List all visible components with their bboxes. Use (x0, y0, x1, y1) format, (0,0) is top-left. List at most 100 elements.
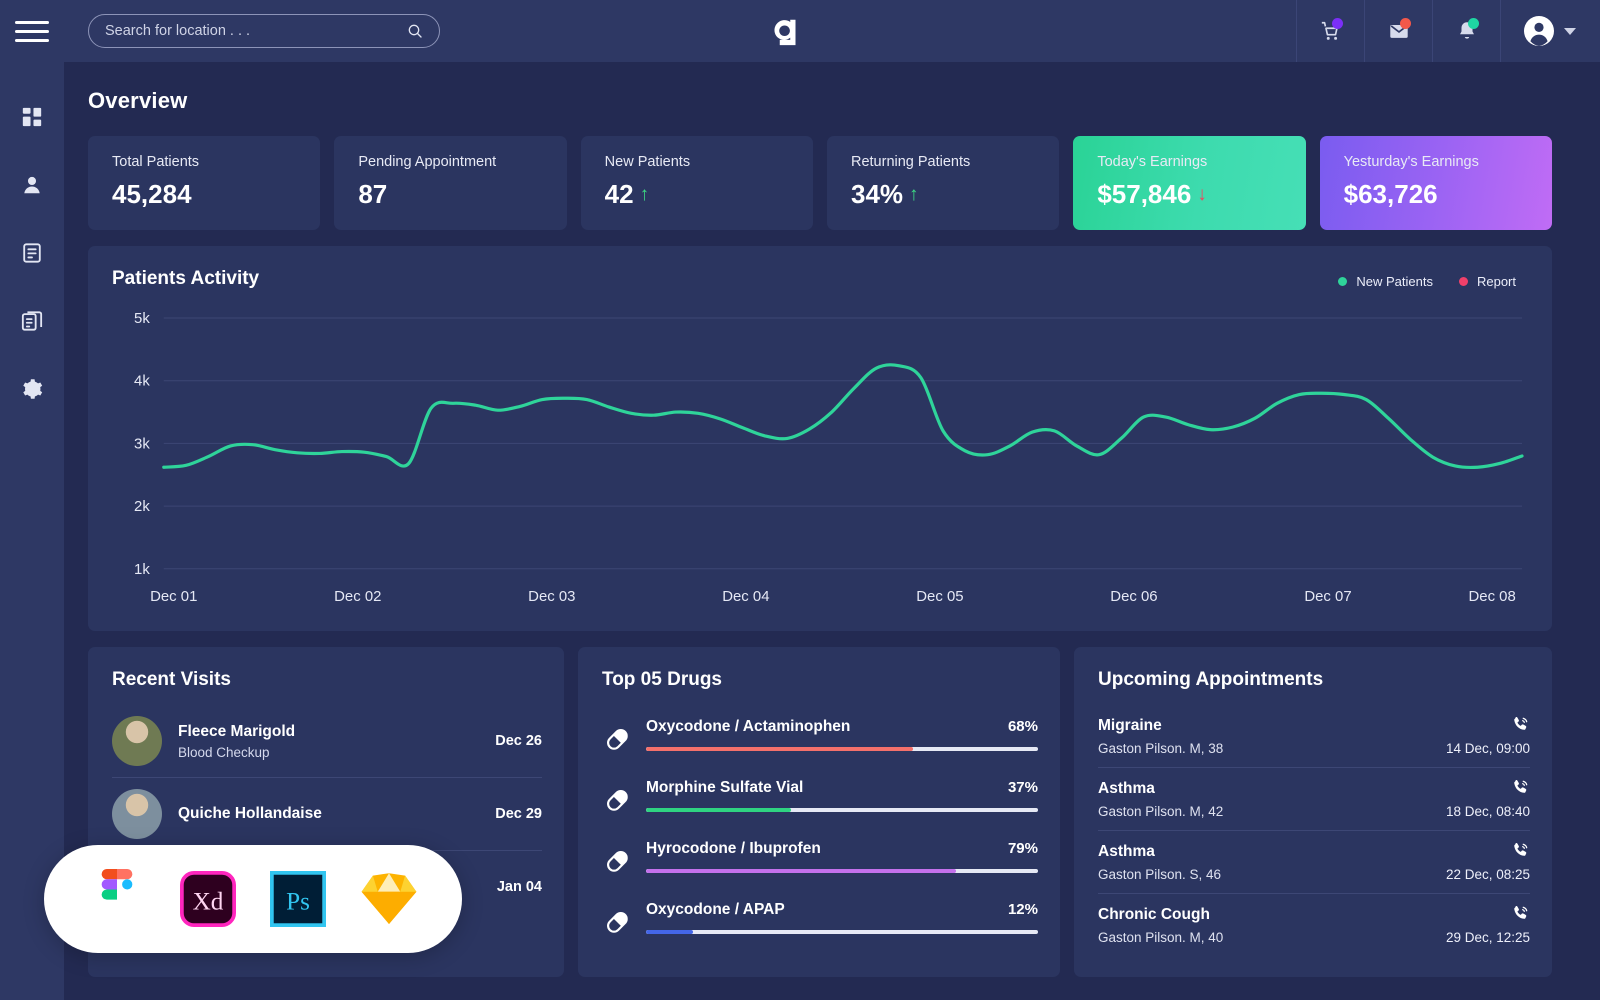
patient-avatar (112, 716, 162, 766)
stat-card[interactable]: Yesturday's Earnings$63,726 (1320, 136, 1552, 230)
stat-card-label: New Patients (605, 154, 793, 170)
stat-card-number: 87 (358, 179, 387, 210)
trend-down-icon: ↓ (1197, 185, 1207, 204)
appointment-row[interactable]: MigraineGaston Pilson. M, 3814 Dec, 09:0… (1098, 705, 1530, 768)
drug-row[interactable]: Oxycodone / APAP12% (602, 888, 1038, 949)
search-box[interactable] (88, 14, 440, 48)
visit-patient-name: Quiche Hollandaise (178, 805, 495, 823)
stat-card-label: Today's Earnings (1097, 154, 1285, 170)
sidebar-item-patients[interactable] (19, 172, 45, 198)
drug-header: Oxycodone / APAP12% (646, 901, 1038, 919)
top-header (0, 0, 1600, 62)
appointment-row[interactable]: Asthma Gaston Pilson. S, 46 22 Dec, 08:25 (1098, 831, 1530, 894)
sketch-logo[interactable] (358, 868, 420, 930)
stat-card[interactable]: New Patients 42↑ (581, 136, 813, 230)
drug-body: Morphine Sulfate Vial 37% (646, 779, 1038, 812)
appointment-patient: Gaston Pilson. M, 40 (1098, 930, 1223, 945)
drug-row[interactable]: Hyrocodone / Ibuprofen79% (602, 827, 1038, 888)
cart-badge (1332, 18, 1343, 29)
appointment-row[interactable]: Chronic Cough Gaston Pilson. M, 40 29 Dec,… (1098, 894, 1530, 956)
chart-plot-area: 1k2k3k4k5kDec 01Dec 02Dec 03Dec 04Dec 05… (112, 308, 1526, 631)
phone-icon[interactable] (1511, 904, 1530, 923)
drug-row[interactable]: Morphine Sulfate Vial 37% (602, 766, 1038, 827)
drug-percent: 37% (1008, 779, 1038, 796)
stat-card[interactable]: Total Patients45,284 (88, 136, 320, 230)
drug-body: Hyrocodone / Ibuprofen79% (646, 840, 1038, 873)
brand-logo (757, 9, 813, 55)
appointment-row[interactable]: AsthmaGaston Pilson. M, 4218 Dec, 08:40 (1098, 768, 1530, 831)
chart-legend: New Patients Report (1338, 268, 1526, 289)
drug-header: Morphine Sulfate Vial 37% (646, 779, 1038, 797)
mail-button[interactable] (1364, 0, 1432, 62)
visit-row[interactable]: Fleece MarigoldBlood CheckupDec 26 (112, 705, 542, 778)
stat-card[interactable]: Pending Appointment 87 (334, 136, 566, 230)
phone-icon[interactable] (1511, 841, 1530, 860)
hamburger-menu-icon[interactable] (0, 0, 64, 62)
legend-item[interactable]: Report (1459, 274, 1516, 289)
appointment-condition: Chronic Cough (1098, 906, 1530, 924)
visit-info: Fleece MarigoldBlood Checkup (178, 723, 495, 760)
stat-card[interactable]: Returning Patients34%↑ (827, 136, 1059, 230)
search-icon (407, 23, 423, 39)
drug-name: Oxycodone / APAP (646, 901, 785, 919)
drug-progress-track (646, 930, 1038, 934)
sidebar-item-settings[interactable] (19, 376, 45, 402)
cart-button[interactable] (1296, 0, 1364, 62)
stat-card[interactable]: Today's Earnings$57,846↓ (1073, 136, 1305, 230)
drug-header: Oxycodone / Actaminophen68% (646, 718, 1038, 736)
drug-progress-track (646, 747, 1038, 751)
sidebar-item-reports[interactable] (19, 308, 45, 334)
visit-row[interactable]: Quiche HollandaiseDec 29 (112, 778, 542, 851)
drug-name: Morphine Sulfate Vial (646, 779, 803, 797)
header-actions (1296, 0, 1600, 62)
stat-card-value: 45,284 (112, 179, 300, 210)
appointment-meta: Gaston Pilson. M, 40 29 Dec, 12:25 (1098, 930, 1530, 945)
appointment-time: 22 Dec, 08:25 (1446, 867, 1530, 882)
chart-header: Patients Activity New Patients Report (112, 268, 1526, 290)
appointment-patient: Gaston Pilson. S, 46 (1098, 867, 1221, 882)
drug-progress-fill (646, 869, 956, 873)
notifications-button[interactable] (1432, 0, 1500, 62)
sidebar-item-records[interactable] (19, 240, 45, 266)
drug-row[interactable]: Oxycodone / Actaminophen68% (602, 705, 1038, 766)
drug-name: Hyrocodone / Ibuprofen (646, 840, 821, 858)
figma-logo[interactable] (86, 868, 148, 930)
account-menu[interactable] (1500, 0, 1600, 62)
stat-card-value: 42↑ (605, 179, 793, 210)
appointment-condition: Asthma (1098, 843, 1530, 861)
stat-card-row: Total Patients45,284 Pending Appointment 8… (88, 136, 1552, 230)
drug-name: Oxycodone / Actaminophen (646, 718, 850, 736)
x-axis-tick-label: Dec 04 (722, 588, 769, 605)
adobe-xd-logo[interactable]: Xd (177, 868, 239, 930)
appointment-meta: Gaston Pilson. M, 3814 Dec, 09:00 (1098, 741, 1530, 756)
stat-card-value: 34%↑ (851, 179, 1039, 210)
legend-item[interactable]: New Patients (1338, 274, 1433, 289)
legend-label: Report (1477, 274, 1516, 289)
appointments-list: MigraineGaston Pilson. M, 3814 Dec, 09:0… (1098, 705, 1530, 956)
phone-icon[interactable] (1511, 778, 1530, 797)
appointment-time: 14 Dec, 09:00 (1446, 741, 1530, 756)
pill-icon (602, 846, 632, 876)
chart-series-line (164, 365, 1522, 468)
search-input[interactable] (105, 23, 407, 39)
trend-up-icon: ↑ (909, 185, 919, 204)
appointment-condition: Asthma (1098, 780, 1530, 798)
drug-body: Oxycodone / Actaminophen68% (646, 718, 1038, 751)
appointment-time: 29 Dec, 12:25 (1446, 930, 1530, 945)
x-axis-tick-label: Dec 01 (150, 588, 197, 605)
patients-activity-card: Patients Activity New PatientsReport 1k2… (88, 246, 1552, 631)
photoshop-logo[interactable]: Ps (267, 868, 329, 930)
stat-card-label: Pending Appointment (358, 154, 546, 170)
appointments-title: Upcoming Appointments (1098, 669, 1530, 691)
pill-icon (602, 785, 632, 815)
legend-color-dot (1338, 277, 1347, 286)
top-drugs-list: Oxycodone / Actaminophen68% Morphine Sulf… (602, 705, 1038, 949)
x-axis-tick-label: Dec 03 (528, 588, 575, 605)
drug-progress-track (646, 808, 1038, 812)
sidebar-item-dashboard[interactable] (19, 104, 45, 130)
chart-title: Patients Activity (112, 268, 259, 290)
page-title: Overview (88, 88, 1552, 114)
chevron-down-icon (1564, 28, 1576, 35)
upcoming-appointments-panel: Upcoming Appointments MigraineGaston Pil… (1074, 647, 1552, 977)
phone-icon[interactable] (1511, 715, 1530, 734)
